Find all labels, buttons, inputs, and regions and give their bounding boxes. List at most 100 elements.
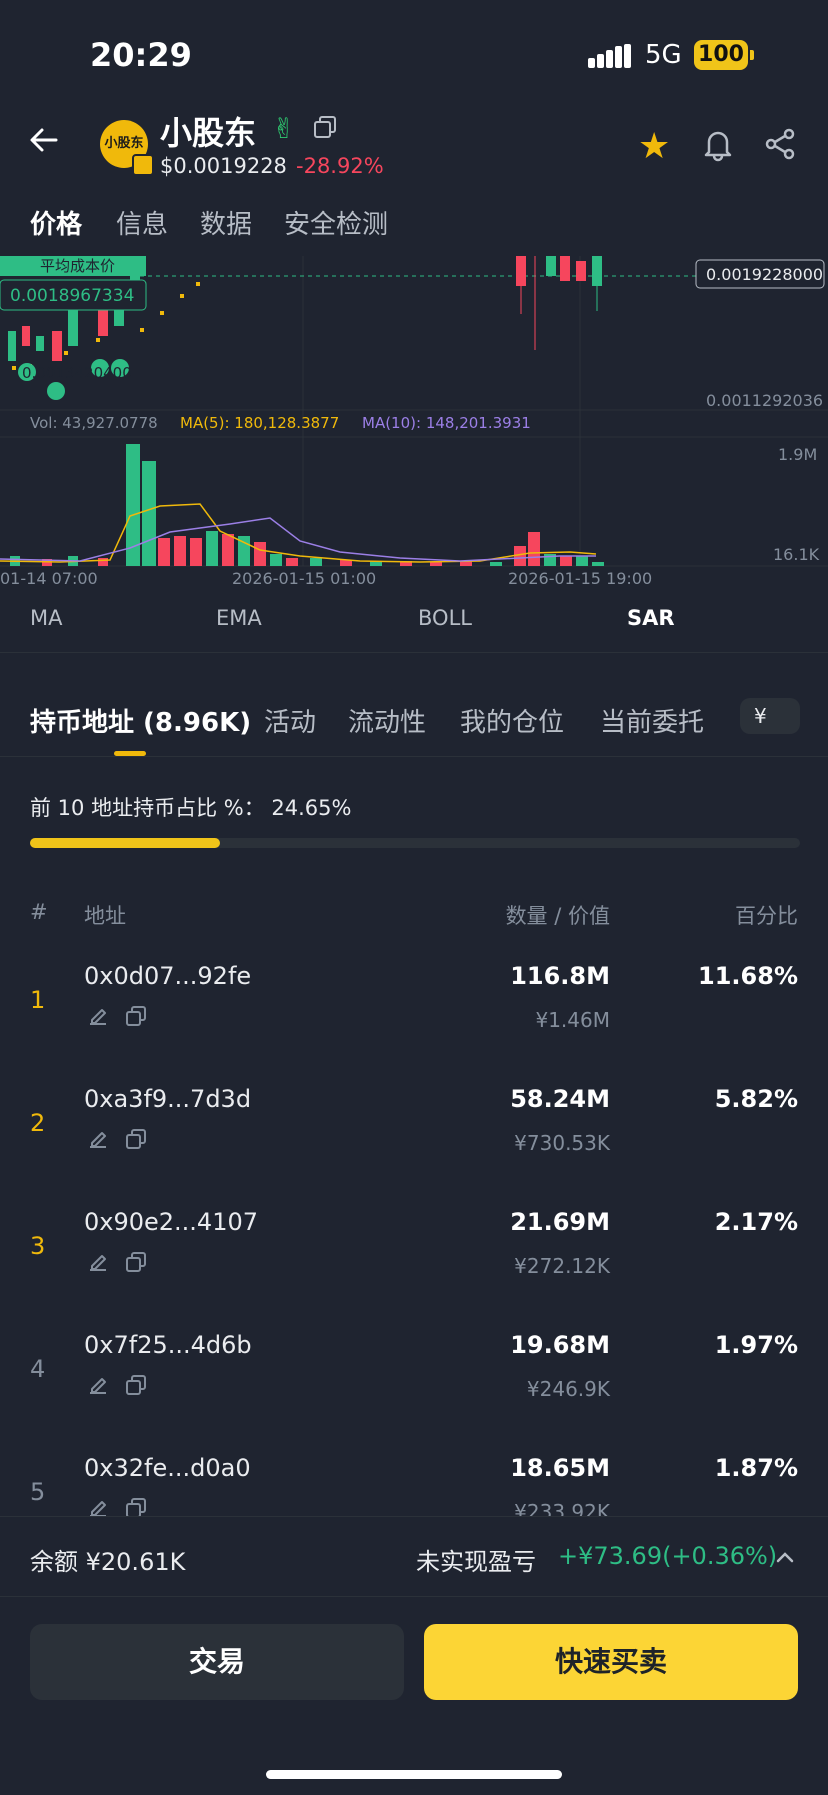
token-price: $0.0019228 [160, 154, 287, 178]
hand-icon: ✌ [272, 112, 296, 145]
divider [0, 1596, 828, 1597]
candle [560, 256, 570, 281]
current-price-value: 0.0019228000 [706, 265, 823, 284]
price-chart[interactable]: 平均成本价 0.0018967334 0.0013420400 0.001922… [0, 256, 828, 586]
row-address[interactable]: 0x32fe...d0a0 [84, 1454, 251, 1482]
row-percent: 1.87% [714, 1454, 798, 1482]
copy-icon[interactable] [124, 1127, 148, 1155]
candle [8, 331, 16, 361]
row-percent: 2.17% [714, 1208, 798, 1236]
col-rank: # [30, 900, 48, 924]
indicator-ema[interactable]: EMA [216, 606, 262, 630]
row-rank: 5 [30, 1478, 46, 1506]
row-rank: 2 [30, 1109, 46, 1137]
copy-icon[interactable] [124, 1250, 148, 1278]
divider [0, 756, 828, 757]
pnl-label: 未实现盈亏 [416, 1548, 536, 1576]
ma5-text: MA(5): 180,128.3877 [180, 414, 339, 432]
divider [0, 652, 828, 653]
price-change: -28.92% [296, 154, 384, 178]
edit-icon[interactable] [86, 1373, 110, 1401]
subtab-activity[interactable]: 活动 [264, 702, 316, 739]
avg-cost-value: 0.0018967334 [10, 286, 134, 306]
subtab-holders[interactable]: 持币地址 (8.96K) [30, 702, 251, 739]
bell-icon[interactable] [700, 126, 736, 162]
tab-security[interactable]: 安全检测 [284, 204, 388, 241]
ma10-text: MA(10): 148,201.3931 [362, 414, 531, 432]
row-value: ¥730.53K [514, 1131, 610, 1155]
ma5-line [0, 503, 597, 563]
low-price-label: 0.0011292036 [706, 391, 823, 410]
back-arrow-icon[interactable] [26, 122, 62, 158]
token-name: 小股东 [160, 114, 257, 152]
row-quantity: 116.8M [510, 962, 610, 990]
copy-icon[interactable] [124, 1004, 148, 1032]
currency-toggle[interactable]: ¥ [740, 698, 800, 734]
row-value: ¥272.12K [514, 1254, 610, 1278]
subtab-liquidity[interactable]: 流动性 [348, 702, 426, 739]
row-address[interactable]: 0x0d07...92fe [84, 962, 251, 990]
col-pct: 百分比 [735, 904, 798, 928]
vol-bottom-label: 16.1K [773, 545, 820, 564]
row-rank: 4 [30, 1355, 46, 1383]
x-label: 01-14 07:00 [0, 569, 98, 586]
x-label: 2026-01-15 01:00 [232, 569, 376, 586]
volume-bars [10, 444, 604, 566]
home-indicator[interactable] [266, 1770, 562, 1779]
row-address[interactable]: 0x7f25...4d6b [84, 1331, 252, 1359]
vol-top-label: 1.9M [778, 445, 817, 464]
col-qty: 数量 / 价值 [505, 904, 610, 928]
marker-price: 0.0013420400 [22, 364, 132, 382]
battery-indicator: 100 [694, 40, 754, 70]
indicator-boll[interactable]: BOLL [418, 606, 472, 630]
pnl-value: +¥73.69(+0.36%) [558, 1542, 778, 1570]
candle [52, 331, 62, 361]
balance: 余额 ¥20.61K [30, 1548, 186, 1576]
buy-marker [47, 382, 65, 400]
share-icon[interactable] [762, 126, 798, 162]
chevron-up-icon[interactable] [774, 1546, 796, 1568]
edit-icon[interactable] [86, 1004, 110, 1032]
row-address[interactable]: 0x90e2...4107 [84, 1208, 258, 1236]
row-address[interactable]: 0xa3f9...7d3d [84, 1085, 251, 1113]
top10-bar-fill [30, 838, 220, 848]
row-percent: 1.97% [714, 1331, 798, 1359]
star-icon[interactable]: ★ [638, 126, 670, 167]
top10-share: 前 10 地址持币占比 %： 24.65% [30, 796, 352, 820]
avg-cost-label: 平均成本价 [40, 257, 115, 275]
subtab-open-orders[interactable]: 当前委托 [600, 702, 704, 739]
chain-badge-icon [132, 154, 154, 176]
indicator-ma[interactable]: MA [30, 606, 62, 630]
signal-icon [588, 44, 632, 68]
tab-price[interactable]: 价格 [30, 204, 82, 241]
row-quantity: 21.69M [510, 1208, 610, 1236]
quick-trade-button[interactable]: 快速买卖 [424, 1624, 798, 1700]
edit-icon[interactable] [86, 1127, 110, 1155]
copy-icon[interactable] [124, 1373, 148, 1401]
edit-icon[interactable] [86, 1250, 110, 1278]
row-percent: 11.68% [698, 962, 798, 990]
status-time: 20:29 [90, 36, 192, 74]
candle [36, 336, 44, 351]
row-rank: 1 [30, 986, 46, 1014]
candle [576, 261, 586, 281]
vol-text: Vol: 43,927.0778 [30, 414, 158, 432]
x-label: 2026-01-15 19:00 [508, 569, 652, 586]
tab-info[interactable]: 信息 [116, 204, 168, 241]
trade-button[interactable]: 交易 [30, 1624, 404, 1700]
row-quantity: 19.68M [510, 1331, 610, 1359]
indicator-sar[interactable]: SAR [627, 606, 675, 630]
subtab-my-position[interactable]: 我的仓位 [460, 702, 564, 739]
network-label: 5G [645, 40, 682, 70]
row-quantity: 58.24M [510, 1085, 610, 1113]
row-quantity: 18.65M [510, 1454, 610, 1482]
row-percent: 5.82% [714, 1085, 798, 1113]
candle [546, 256, 556, 276]
row-value: ¥246.9K [526, 1377, 610, 1401]
copy-icon[interactable] [314, 116, 336, 138]
ma10-line [0, 517, 596, 562]
candle [22, 326, 30, 346]
row-rank: 3 [30, 1232, 46, 1260]
tab-data[interactable]: 数据 [200, 204, 252, 241]
col-address: 地址 [84, 904, 126, 928]
